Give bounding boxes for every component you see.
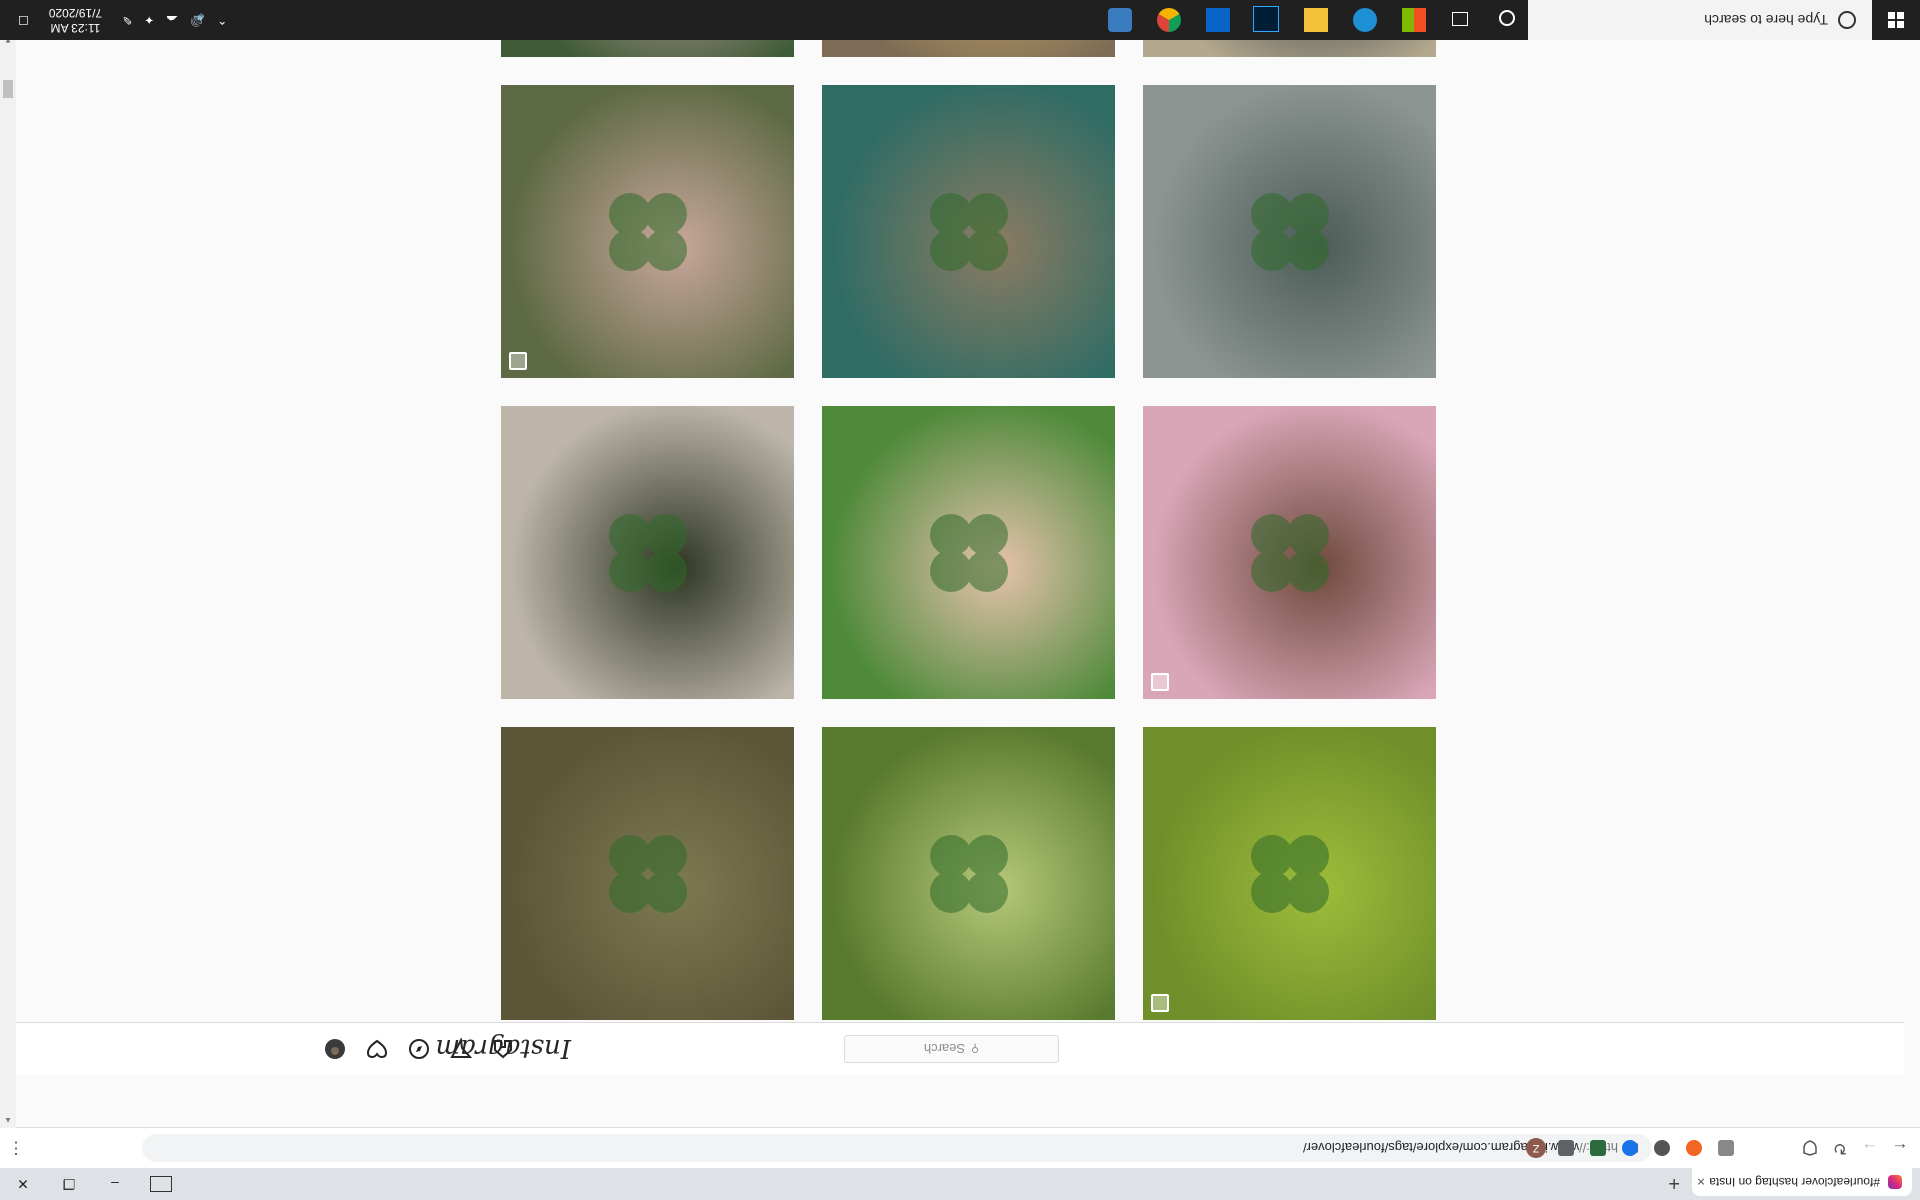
screen: #fourleafclover hashtag on Insta × + – ❐…: [0, 0, 1920, 1200]
volume-icon[interactable]: 🔊: [190, 13, 205, 27]
vertical-scrollbar[interactable]: ▲ ▼: [0, 32, 16, 1128]
search-icon: [1838, 11, 1856, 29]
photo-tile-crochet-clover-collage[interactable]: [822, 85, 1115, 378]
clover-icon: [609, 835, 687, 913]
pen-icon[interactable]: ✎: [122, 13, 132, 27]
system-tray: ⌃ 🔊 ☁ ✦ ✎ 11:23 AM 7/19/2020 ☐: [0, 0, 233, 40]
clover-icon: [930, 835, 1008, 913]
back-arrow-icon[interactable]: ←: [1888, 1136, 1912, 1160]
reload-icon[interactable]: ↻: [1828, 1136, 1852, 1160]
tab-bar: #fourleafclover hashtag on Insta × + – ❐…: [0, 1168, 1920, 1200]
multiple-photos-icon: [1151, 673, 1169, 691]
photo-tile-clover-in-hand-grass[interactable]: [822, 727, 1115, 1020]
profile-avatar-icon[interactable]: [323, 1037, 347, 1061]
photo-tile-cherry-blossom-tree[interactable]: [1143, 406, 1436, 699]
task-view-icon[interactable]: [1452, 12, 1468, 26]
tab-title: #fourleafclover hashtag on Insta: [1710, 1175, 1880, 1189]
multiple-photos-icon: [1151, 994, 1169, 1012]
extension-g-icon[interactable]: [1718, 1140, 1734, 1156]
clover-icon: [1251, 193, 1329, 271]
explore-icon[interactable]: [407, 1037, 431, 1061]
address-bar[interactable]: https:// www.instagram.com/explore/tags/…: [142, 1134, 1652, 1162]
nav-icons: [323, 1037, 515, 1061]
shield-icon[interactable]: [1798, 1136, 1822, 1160]
chrome-icon[interactable]: [1157, 8, 1181, 32]
file-explorer-icon[interactable]: [1304, 8, 1328, 32]
extension-blue-icon[interactable]: [1622, 1140, 1638, 1156]
instagram-favicon: [1888, 1175, 1902, 1189]
search-icon: ⚲: [971, 1042, 980, 1055]
multiple-photos-icon: [509, 352, 527, 370]
menu-icon[interactable]: ⋮: [4, 1136, 28, 1160]
tab-search-icon[interactable]: [150, 1176, 172, 1192]
clover-icon: [930, 193, 1008, 271]
forward-arrow-icon[interactable]: →: [1858, 1136, 1882, 1160]
chevron-up-icon[interactable]: ⌃: [217, 13, 227, 27]
close-tab-icon[interactable]: ×: [1692, 1174, 1710, 1190]
photoshop-icon[interactable]: [1253, 6, 1279, 32]
browser-toolbar: ← → ↻ https:// www.instagram.com/explore…: [0, 1127, 1920, 1168]
clock[interactable]: 11:23 AM 7/19/2020: [49, 5, 102, 35]
photo-tile-clover-patch[interactable]: [1143, 727, 1436, 1020]
profile-avatar[interactable]: Z: [1526, 1138, 1546, 1158]
scroll-up-arrow-icon[interactable]: ▲: [0, 1112, 16, 1128]
edge-icon[interactable]: [1353, 8, 1377, 32]
close-window-button[interactable]: ✕: [0, 1168, 46, 1200]
window-controls: – ❐ ✕: [0, 1168, 138, 1200]
extension-green-icon[interactable]: [1590, 1140, 1606, 1156]
cortana-icon[interactable]: [1499, 10, 1515, 26]
photo-tile-clover-on-dirt[interactable]: [501, 727, 794, 1020]
home-icon[interactable]: [491, 1037, 515, 1061]
restore-button[interactable]: ❐: [46, 1168, 92, 1200]
clover-icon: [1251, 835, 1329, 913]
search-input[interactable]: ⚲ Search: [844, 1035, 1059, 1063]
store-icon[interactable]: [1402, 8, 1426, 32]
photo-tile-crochet-clover-marble[interactable]: [501, 406, 794, 699]
cloud-icon[interactable]: ☁: [166, 13, 178, 27]
clover-icon: [1251, 514, 1329, 592]
windows-logo-icon: [1888, 12, 1904, 28]
taskbar-search-placeholder: Type here to search: [1704, 12, 1828, 28]
photo-tile-hand-three-clovers[interactable]: [822, 406, 1115, 699]
direct-icon[interactable]: [449, 1037, 473, 1061]
activity-icon[interactable]: [365, 1037, 389, 1061]
search-placeholder: Search: [923, 1041, 966, 1057]
clover-icon: [609, 193, 687, 271]
start-button[interactable]: [1872, 0, 1920, 40]
new-tab-button[interactable]: +: [1668, 1171, 1680, 1194]
clover-icon: [609, 514, 687, 592]
minimize-button[interactable]: –: [92, 1168, 138, 1200]
notification-icon[interactable]: ☐: [18, 13, 29, 27]
photo-tile-tiny-clover-fingertips[interactable]: [501, 85, 794, 378]
dropbox-icon[interactable]: ✦: [144, 13, 154, 27]
settings-icon[interactable]: [1108, 8, 1132, 32]
extension-orange-icon[interactable]: [1686, 1140, 1702, 1156]
clock-date: 7/19/2020: [48, 6, 103, 20]
browser-tab[interactable]: #fourleafclover hashtag on Insta ×: [1692, 1168, 1912, 1196]
instagram-header: Instagram ⚲ Search: [0, 1022, 1904, 1075]
extension-circle-icon[interactable]: [1654, 1140, 1670, 1156]
onedrive-icon[interactable]: [1206, 8, 1230, 32]
clock-time: 11:23 AM: [50, 21, 101, 35]
windows-taskbar: Type here to search ⌃ 🔊 ☁ ✦ ✎ 11:23 AM 7…: [0, 0, 1920, 40]
extensions-puzzle-icon[interactable]: [1558, 1140, 1574, 1156]
taskbar-search-box[interactable]: Type here to search: [1528, 0, 1872, 40]
photo-tile-collage-two-people[interactable]: [1143, 85, 1436, 378]
scrollbar-thumb[interactable]: [3, 80, 13, 98]
clover-icon: [930, 514, 1008, 592]
